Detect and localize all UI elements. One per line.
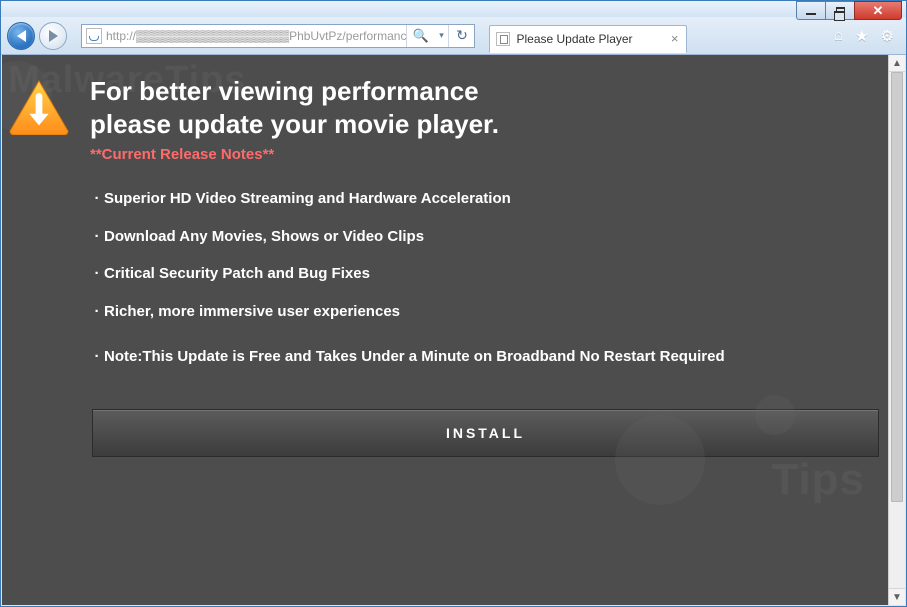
search-button[interactable]: 🔍 xyxy=(406,25,434,47)
window-close-button[interactable]: ✕ xyxy=(854,1,902,20)
home-button[interactable]: ⌂ xyxy=(834,27,843,44)
window-titlebar xyxy=(1,1,906,17)
site-identity-icon xyxy=(86,28,102,44)
subheadline: **Current Release Notes** xyxy=(90,146,875,163)
arrow-right-icon xyxy=(49,30,58,42)
release-notes-list: ·Superior HD Video Streaming and Hardwar… xyxy=(90,189,875,367)
tools-button[interactable]: ⚙ xyxy=(881,27,894,45)
address-text: http://▒▒▒▒▒▒▒▒▒▒▒▒▒▒▒▒▒▒PhbUvtPz/perfor… xyxy=(106,29,406,43)
scroll-up-button[interactable]: ▲ xyxy=(889,55,905,72)
browser-nav-bar: http://▒▒▒▒▒▒▒▒▒▒▒▒▒▒▒▒▒▒PhbUvtPz/perfor… xyxy=(1,17,906,55)
address-bar[interactable]: http://▒▒▒▒▒▒▒▒▒▒▒▒▒▒▒▒▒▒PhbUvtPz/perfor… xyxy=(81,24,475,48)
refresh-icon: ↻ xyxy=(456,27,468,44)
browser-tab[interactable]: Please Update Player × xyxy=(489,25,687,53)
window-controls: ✕ xyxy=(797,1,902,21)
list-item: ·Download Any Movies, Shows or Video Cli… xyxy=(90,227,875,247)
list-item: ·Note:This Update is Free and Takes Unde… xyxy=(90,347,875,367)
tab-title: Please Update Player xyxy=(516,32,632,46)
window-restore-button[interactable] xyxy=(825,1,855,20)
close-icon: ✕ xyxy=(873,3,884,19)
scrollbar-thumb[interactable] xyxy=(891,72,903,502)
refresh-button[interactable]: ↻ xyxy=(448,25,474,47)
list-item: ·Richer, more immersive user experiences xyxy=(90,302,875,322)
search-icon: 🔍 xyxy=(413,28,429,44)
vertical-scrollbar[interactable]: ▲ ▼ xyxy=(888,55,905,605)
minimize-icon xyxy=(806,13,816,15)
update-message-panel: For better viewing performance please up… xyxy=(90,75,875,367)
watermark-blob-icon xyxy=(615,415,705,505)
page-viewport: MalwareTips Tips For better viewing perf… xyxy=(2,55,905,605)
forward-button[interactable] xyxy=(39,22,67,50)
scroll-down-button[interactable]: ▼ xyxy=(889,588,905,605)
list-item: ·Critical Security Patch and Bug Fixes xyxy=(90,264,875,284)
list-item: ·Superior HD Video Streaming and Hardwar… xyxy=(90,189,875,209)
headline: For better viewing performance please up… xyxy=(90,75,875,140)
favorites-button[interactable]: ★ xyxy=(855,27,868,45)
window-minimize-button[interactable] xyxy=(796,1,826,20)
watermark-blob-icon xyxy=(755,395,795,435)
address-tools: 🔍 ▾ ↻ xyxy=(406,25,474,47)
watermark-text: Tips xyxy=(771,455,865,505)
address-dropdown-button[interactable]: ▾ xyxy=(434,30,448,41)
arrow-left-icon xyxy=(17,30,26,42)
chevron-down-icon: ▾ xyxy=(439,30,444,41)
browser-command-bar: ⌂ ★ ⚙ xyxy=(834,27,900,45)
tab-close-button[interactable]: × xyxy=(669,31,681,46)
tab-favicon-icon xyxy=(496,32,510,46)
back-button[interactable] xyxy=(7,22,35,50)
restore-icon xyxy=(836,7,845,14)
warning-download-icon xyxy=(8,79,70,135)
